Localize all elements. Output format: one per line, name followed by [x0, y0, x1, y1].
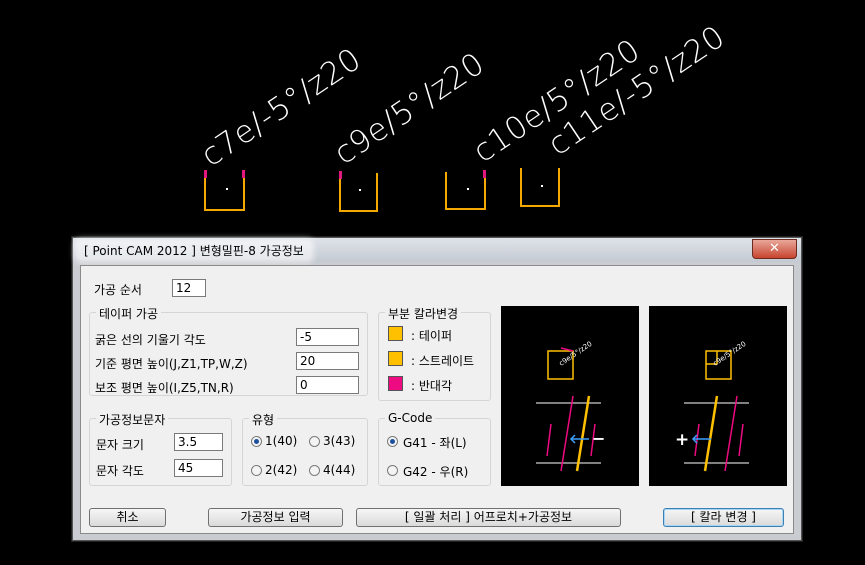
close-icon: ✕ — [769, 241, 780, 256]
text-info-title: 가공정보문자 — [96, 411, 169, 428]
title-bar[interactable]: [ Point CAM 2012 ] 변형밀핀-8 가공정보 ✕ — [73, 238, 801, 262]
straight-color-label: : 스트레이트 — [411, 354, 475, 368]
cad-part-outline — [445, 170, 486, 210]
cancel-button[interactable]: 취소 — [89, 508, 166, 527]
g41-label: G41 - 좌(L) — [403, 436, 467, 450]
type-radio-4[interactable] — [309, 465, 320, 476]
gcode-group: G-Code G41 - 좌(L) G42 - 우(R) — [378, 411, 491, 486]
dialog-title: [ Point CAM 2012 ] 변형밀핀-8 가공정보 — [78, 242, 310, 259]
cad-canvas: c7e/-5°/z20 c9e/5°/z20 c10e/5°/z20 c11e/… — [0, 0, 865, 240]
taper-angle-input[interactable]: -5 — [296, 328, 359, 346]
text-size-input[interactable]: 3.5 — [174, 433, 223, 451]
type-option-label: 1(40) — [265, 434, 298, 448]
type-radio-3[interactable] — [309, 436, 320, 447]
seq-input[interactable]: 12 — [172, 279, 206, 297]
reverse-color-swatch[interactable] — [388, 376, 403, 391]
g42-label: G42 - 우(R) — [403, 465, 469, 479]
close-button[interactable]: ✕ — [752, 239, 797, 259]
preview-left-label: c9e/5°/z20 — [558, 340, 594, 368]
change-color-button[interactable]: [ 칼라 변경 ] — [663, 508, 784, 527]
preview-right: c9e/5°/z20 + — [649, 306, 787, 486]
type-option-label: 2(42) — [265, 463, 298, 477]
color-change-group: 부분 칼라변경 : 테이퍼 : 스트레이트 : 반대각 — [378, 305, 491, 401]
type-group: 유형 1(40) 3(43) 2(42) 4(44) — [242, 411, 368, 486]
taper-group-title: 테이퍼 가공 — [96, 305, 162, 322]
seq-label: 가공 순서 — [94, 283, 142, 297]
machining-info-input-button[interactable]: 가공정보 입력 — [208, 508, 343, 527]
taper-color-swatch[interactable] — [388, 326, 403, 341]
preview-left: c9e/5°/z20 − — [501, 306, 639, 486]
preview-left-drawing: c9e/5°/z20 − — [536, 340, 605, 472]
g41-radio[interactable] — [387, 436, 398, 447]
plus-sign: + — [675, 430, 689, 450]
batch-process-button[interactable]: [ 일괄 처리 ] 어프로치+가공정보 — [356, 508, 621, 527]
text-size-label: 문자 크기 — [96, 438, 144, 452]
g42-radio[interactable] — [387, 465, 398, 476]
taper-angle-label: 굵은 선의 기울기 각도 — [95, 333, 206, 347]
type-group-title: 유형 — [249, 411, 278, 428]
type-radio-1[interactable] — [251, 436, 262, 447]
base-height-label: 기준 평면 높이(J,Z1,TP,W,Z) — [95, 357, 248, 371]
taper-color-label: : 테이퍼 — [411, 329, 452, 343]
dialog-body: 가공 순서 12 테이퍼 가공 굵은 선의 기울기 각도 -5 기준 평면 높이… — [80, 265, 794, 534]
type-radio-2[interactable] — [251, 465, 262, 476]
machining-info-dialog: [ Point CAM 2012 ] 변형밀핀-8 가공정보 ✕ 가공 순서 1… — [72, 237, 802, 541]
minus-sign: − — [592, 429, 605, 448]
preview-right-drawing: c9e/5°/z20 + — [675, 340, 749, 472]
text-angle-label: 문자 각도 — [96, 464, 144, 478]
cad-part-outline — [204, 170, 245, 211]
taper-group: 테이퍼 가공 굵은 선의 기울기 각도 -5 기준 평면 높이(J,Z1,TP,… — [89, 305, 368, 396]
reverse-color-label: : 반대각 — [411, 379, 452, 393]
type-option-label: 4(44) — [323, 463, 356, 477]
cad-part-outline — [520, 168, 560, 207]
text-info-group: 가공정보문자 문자 크기 3.5 문자 각도 45 — [89, 411, 232, 486]
straight-color-swatch[interactable] — [388, 351, 403, 366]
aux-height-label: 보조 평면 높이(I,Z5,TN,R) — [95, 381, 234, 395]
cad-part-outline — [339, 171, 378, 212]
text-angle-input[interactable]: 45 — [174, 459, 223, 477]
base-height-input[interactable]: 20 — [296, 352, 359, 370]
type-option-label: 3(43) — [323, 434, 356, 448]
gcode-group-title: G-Code — [385, 411, 436, 425]
color-group-title: 부분 칼라변경 — [385, 305, 462, 322]
aux-height-input[interactable]: 0 — [296, 376, 359, 394]
